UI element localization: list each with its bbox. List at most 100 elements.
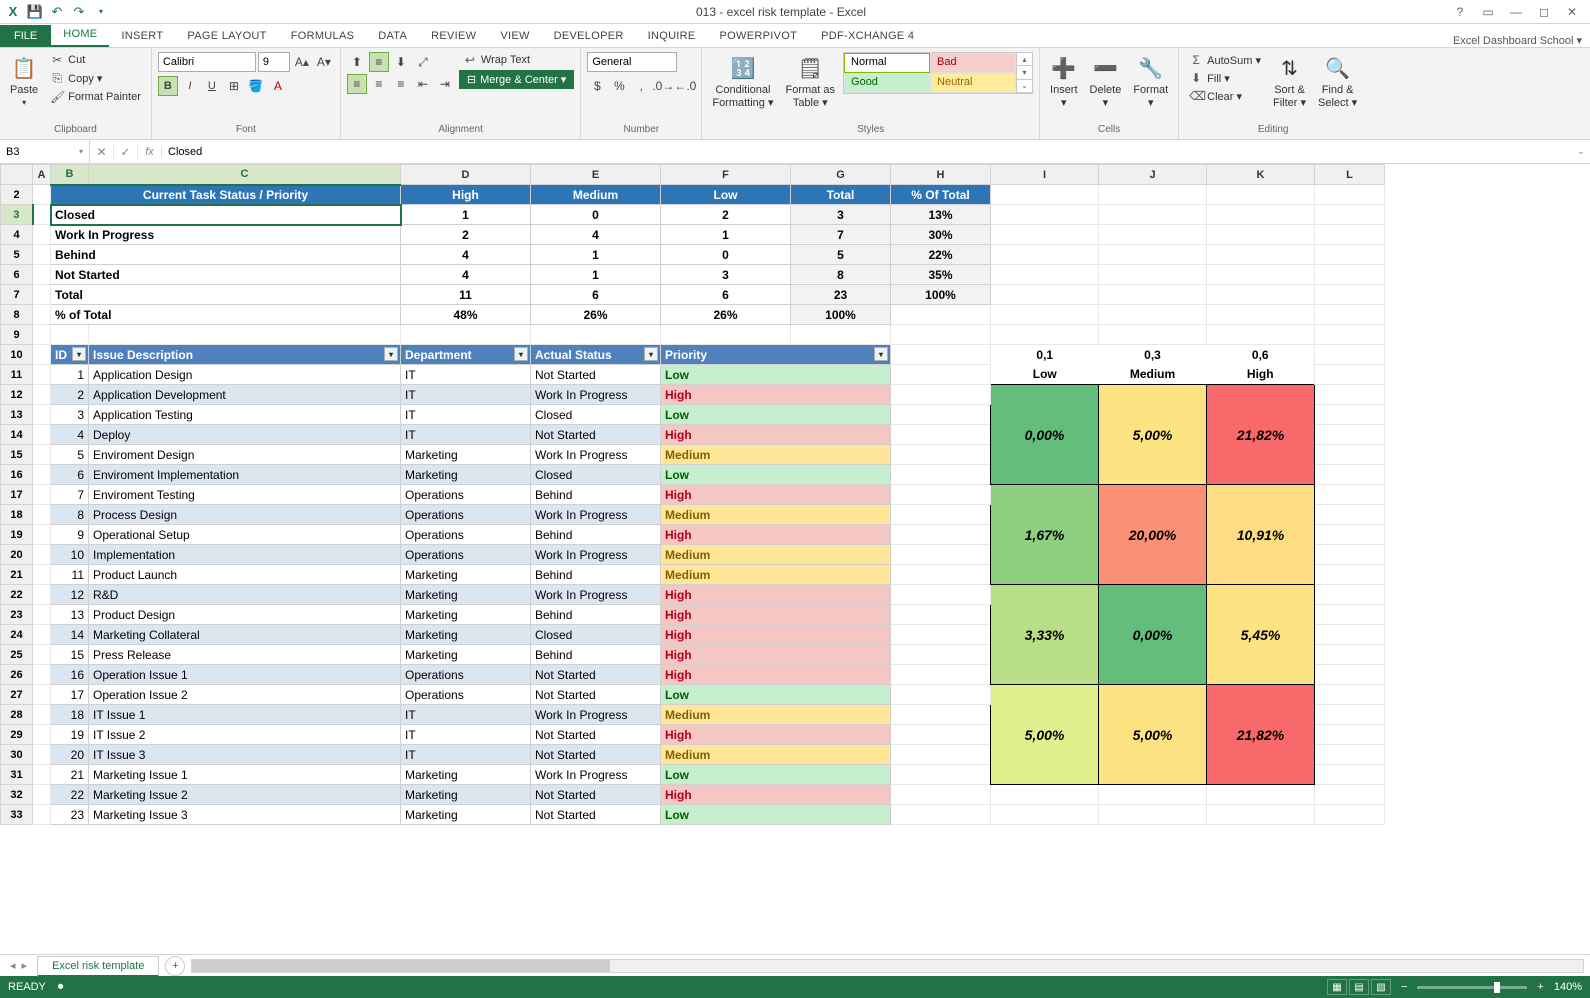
- issue-priority[interactable]: Low: [661, 405, 891, 425]
- issue-header[interactable]: Actual Status▾: [531, 345, 661, 365]
- row-header-15[interactable]: 15: [1, 445, 33, 465]
- issue-id[interactable]: 14: [51, 625, 89, 645]
- issue-priority[interactable]: High: [661, 585, 891, 605]
- summary-cell[interactable]: 1: [401, 205, 531, 225]
- issue-dept[interactable]: IT: [401, 725, 531, 745]
- issue-id[interactable]: 12: [51, 585, 89, 605]
- issue-id[interactable]: 23: [51, 805, 89, 825]
- horizontal-scrollbar[interactable]: [191, 959, 1584, 973]
- currency-icon[interactable]: $: [587, 76, 607, 96]
- issue-id[interactable]: 4: [51, 425, 89, 445]
- matrix-cell[interactable]: 5,45%: [1207, 585, 1315, 685]
- row-header-32[interactable]: 32: [1, 785, 33, 805]
- fill-button[interactable]: ⬇Fill ▾: [1185, 70, 1265, 86]
- issue-desc[interactable]: Operation Issue 2: [89, 685, 401, 705]
- sort-filter-button[interactable]: ⇅Sort & Filter ▾: [1269, 52, 1310, 111]
- issue-id[interactable]: 15: [51, 645, 89, 665]
- issue-desc[interactable]: Marketing Issue 1: [89, 765, 401, 785]
- issue-id[interactable]: 7: [51, 485, 89, 505]
- align-left-icon[interactable]: ≡: [347, 74, 367, 94]
- issue-desc[interactable]: Implementation: [89, 545, 401, 565]
- summary-cell[interactable]: 30%: [891, 225, 991, 245]
- row-header-29[interactable]: 29: [1, 725, 33, 745]
- font-color-button[interactable]: A: [268, 76, 288, 96]
- undo-icon[interactable]: ↶: [48, 3, 66, 21]
- issue-dept[interactable]: IT: [401, 385, 531, 405]
- sheet-nav-next-icon[interactable]: ▸: [22, 959, 28, 972]
- tab-data[interactable]: DATA: [366, 25, 419, 47]
- issue-id[interactable]: 5: [51, 445, 89, 465]
- matrix-cell[interactable]: 0,00%: [991, 385, 1099, 485]
- issue-priority[interactable]: High: [661, 665, 891, 685]
- matrix-head-label[interactable]: High: [1207, 365, 1315, 385]
- issue-priority[interactable]: High: [661, 625, 891, 645]
- issue-header[interactable]: Priority▾: [661, 345, 891, 365]
- issue-id[interactable]: 22: [51, 785, 89, 805]
- issue-dept[interactable]: Marketing: [401, 465, 531, 485]
- issue-status[interactable]: Not Started: [531, 665, 661, 685]
- issue-id[interactable]: 21: [51, 765, 89, 785]
- col-header-F[interactable]: F: [661, 165, 791, 185]
- summary-cell[interactable]: 4: [401, 245, 531, 265]
- fx-icon[interactable]: fx: [138, 146, 162, 158]
- summary-cell[interactable]: 1: [531, 245, 661, 265]
- summary-cell[interactable]: 100%: [891, 285, 991, 305]
- issue-status[interactable]: Not Started: [531, 685, 661, 705]
- matrix-head-label[interactable]: Low: [991, 365, 1099, 385]
- summary-cell[interactable]: 22%: [891, 245, 991, 265]
- clear-button[interactable]: ⌫Clear ▾: [1185, 88, 1265, 104]
- add-sheet-button[interactable]: +: [165, 956, 185, 976]
- minimize-icon[interactable]: —: [1504, 3, 1528, 21]
- matrix-cell[interactable]: 10,91%: [1207, 485, 1315, 585]
- issue-header[interactable]: Issue Description▾: [89, 345, 401, 365]
- percent-icon[interactable]: %: [609, 76, 629, 96]
- issue-status[interactable]: Not Started: [531, 725, 661, 745]
- issue-status[interactable]: Not Started: [531, 785, 661, 805]
- indent-decrease-icon[interactable]: ⇤: [413, 74, 433, 94]
- row-header-33[interactable]: 33: [1, 805, 33, 825]
- align-center-icon[interactable]: ≡: [369, 74, 389, 94]
- filter-icon[interactable]: ▾: [874, 347, 888, 361]
- account-label[interactable]: Excel Dashboard School ▾: [1453, 34, 1590, 47]
- issue-priority[interactable]: High: [661, 605, 891, 625]
- filter-icon[interactable]: ▾: [644, 347, 658, 361]
- border-button[interactable]: ⊞: [224, 76, 244, 96]
- summary-col-header[interactable]: Low: [661, 185, 791, 205]
- qat-customize-icon[interactable]: ▾: [92, 3, 110, 21]
- summary-cell[interactable]: 6: [661, 285, 791, 305]
- summary-row-label[interactable]: % of Total: [51, 305, 401, 325]
- align-middle-icon[interactable]: ≡: [369, 52, 389, 72]
- summary-cell[interactable]: 13%: [891, 205, 991, 225]
- row-header-27[interactable]: 27: [1, 685, 33, 705]
- row-header-18[interactable]: 18: [1, 505, 33, 525]
- tab-page-layout[interactable]: PAGE LAYOUT: [175, 25, 278, 47]
- issue-id[interactable]: 17: [51, 685, 89, 705]
- copy-button[interactable]: ⎘Copy ▾: [46, 70, 145, 87]
- filter-icon[interactable]: ▾: [72, 347, 86, 361]
- issue-desc[interactable]: Marketing Issue 2: [89, 785, 401, 805]
- issue-id[interactable]: 16: [51, 665, 89, 685]
- help-icon[interactable]: ?: [1448, 3, 1472, 21]
- issue-status[interactable]: Work In Progress: [531, 585, 661, 605]
- issue-desc[interactable]: IT Issue 3: [89, 745, 401, 765]
- style-neutral[interactable]: Neutral: [930, 73, 1016, 93]
- matrix-cell[interactable]: 0,00%: [1099, 585, 1207, 685]
- issue-priority[interactable]: High: [661, 425, 891, 445]
- issue-desc[interactable]: Operational Setup: [89, 525, 401, 545]
- col-header-K[interactable]: K: [1207, 165, 1315, 185]
- issue-dept[interactable]: IT: [401, 425, 531, 445]
- tab-pdf[interactable]: PDF-XChange 4: [809, 25, 926, 47]
- col-header-D[interactable]: D: [401, 165, 531, 185]
- issue-id[interactable]: 18: [51, 705, 89, 725]
- issue-dept[interactable]: Operations: [401, 505, 531, 525]
- issue-id[interactable]: 20: [51, 745, 89, 765]
- decrease-decimal-icon[interactable]: ←.0: [675, 76, 695, 96]
- decrease-font-icon[interactable]: A▾: [314, 52, 334, 72]
- row-header-30[interactable]: 30: [1, 745, 33, 765]
- issue-desc[interactable]: Press Release: [89, 645, 401, 665]
- row-header-22[interactable]: 22: [1, 585, 33, 605]
- zoom-out-button[interactable]: −: [1401, 981, 1407, 993]
- matrix-cell[interactable]: 21,82%: [1207, 685, 1315, 785]
- tab-insert[interactable]: INSERT: [109, 25, 175, 47]
- summary-cell[interactable]: 2: [401, 225, 531, 245]
